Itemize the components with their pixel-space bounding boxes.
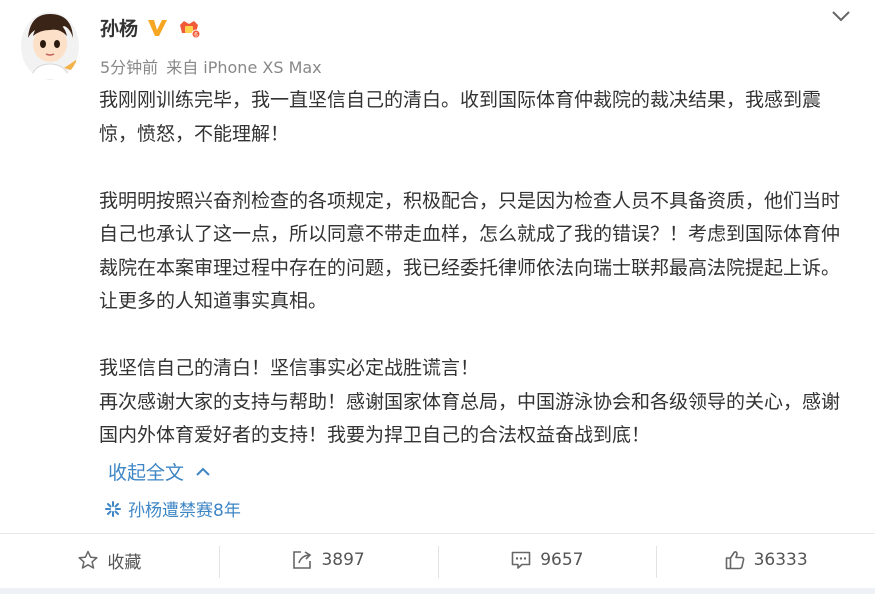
favorite-button[interactable]: 收藏 xyxy=(0,534,219,586)
paragraph: 我明明按照兴奋剂检查的各项规定，积极配合，只是因为检查人员不具备资质，他们当时自… xyxy=(99,189,841,313)
author-name[interactable]: 孙杨 xyxy=(100,14,138,41)
svg-text:6: 6 xyxy=(194,31,198,38)
footer-band xyxy=(0,588,875,594)
star-icon xyxy=(78,550,98,569)
post-content: 我刚刚训练完毕，我一直坚信自己的清白。收到国际体育仲裁院的裁决结果，我感到震惊，… xyxy=(99,84,844,453)
share-icon xyxy=(293,551,312,569)
topic-link[interactable]: 孙杨遭禁赛8年 xyxy=(104,496,241,521)
post-meta: 5分钟前 来自 iPhone XS Max xyxy=(100,54,330,78)
verified-v-icon xyxy=(148,19,168,36)
collapse-button[interactable]: 收起全文 xyxy=(108,458,212,485)
collapse-label: 收起全文 xyxy=(108,462,185,484)
thumbs-up-icon xyxy=(725,551,744,570)
like-button[interactable]: 36333 xyxy=(656,534,875,586)
chevron-down-icon[interactable] xyxy=(829,6,853,26)
member-badge-icon[interactable]: 6 xyxy=(176,17,202,39)
paragraph: 我刚刚训练完毕，我一直坚信自己的清白。收到国际体育仲裁院的裁决结果，我感到震惊，… xyxy=(99,89,822,145)
topic-snowflake-icon xyxy=(105,500,121,517)
paragraph: 再次感谢大家的支持与帮助！感谢国家体育总局，中国游泳协会和各级领导的关心，感谢国… xyxy=(99,390,841,447)
author-row: 孙杨 6 xyxy=(100,14,202,41)
paragraph: 我坚信自己的清白！坚信事实必定战胜谎言！ xyxy=(99,357,480,379)
repost-count: 3897 xyxy=(321,550,365,570)
favorite-label: 收藏 xyxy=(107,552,142,573)
chevron-up-icon xyxy=(196,467,210,476)
comment-count: 9657 xyxy=(540,550,584,570)
like-count: 36333 xyxy=(753,550,808,570)
comment-button[interactable]: 9657 xyxy=(437,534,657,586)
post-time[interactable]: 5分钟前 xyxy=(100,58,158,77)
post-source: 来自 iPhone XS Max xyxy=(166,58,322,77)
repost-button[interactable]: 3897 xyxy=(218,534,438,586)
topic-label: 孙杨遭禁赛8年 xyxy=(128,501,241,521)
avatar[interactable] xyxy=(20,8,80,80)
comment-icon xyxy=(511,551,531,569)
action-bar: 收藏 3897 9657 36333 xyxy=(0,534,875,586)
